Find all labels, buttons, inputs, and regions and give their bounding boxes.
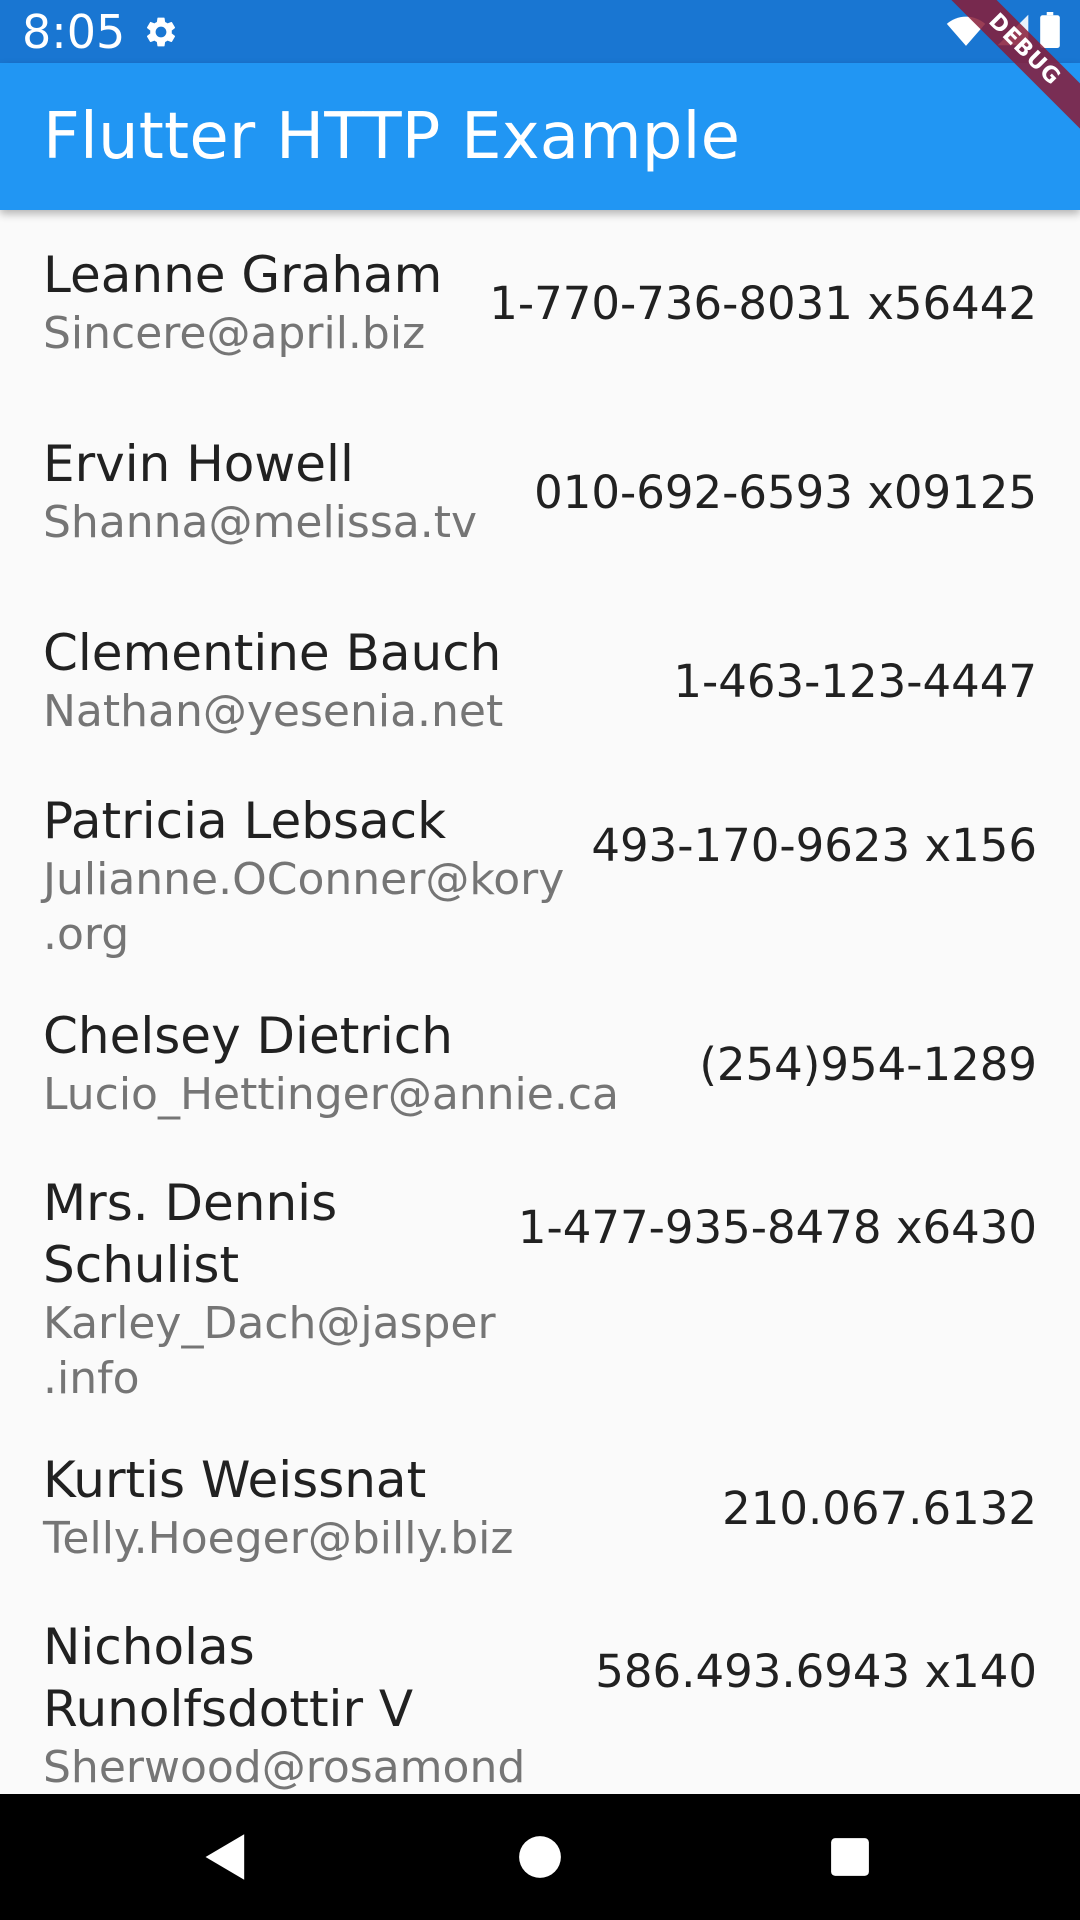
user-phone: 210.067.6132: [722, 1482, 1037, 1535]
user-email: Lucio_Hettinger@annie.ca: [43, 1069, 619, 1120]
gear-icon: [143, 14, 179, 50]
user-list[interactable]: Leanne Graham Sincere@april.biz 1-770-73…: [0, 210, 1080, 1794]
recents-icon[interactable]: [820, 1827, 880, 1887]
page-title: Flutter HTTP Example: [43, 100, 741, 174]
user-name: Mrs. Dennis: [43, 1174, 338, 1232]
list-item[interactable]: Nicholas Runolfsdottir V Sherwood@rosamo…: [0, 1616, 1080, 1794]
user-email-continued: .org: [43, 909, 130, 960]
user-name: Nicholas: [43, 1618, 255, 1676]
app-bar: Flutter HTTP Example: [0, 63, 1080, 210]
user-name-continued: Schulist: [43, 1236, 240, 1294]
list-item[interactable]: Ervin Howell Shanna@melissa.tv 010-692-6…: [0, 433, 1080, 583]
user-email: Sincere@april.biz: [43, 308, 426, 359]
user-phone: 1-770-736-8031 x56442: [489, 277, 1037, 330]
user-email: Sherwood@rosamond: [43, 1742, 526, 1793]
wifi-icon: [946, 13, 986, 51]
list-item[interactable]: Leanne Graham Sincere@april.biz 1-770-73…: [0, 244, 1080, 394]
user-email-continued: .info: [43, 1353, 140, 1404]
list-item[interactable]: Mrs. Dennis Schulist Karley_Dach@jasper …: [0, 1172, 1080, 1412]
user-email: Karley_Dach@jasper: [43, 1298, 496, 1349]
user-name: Patricia Lebsack: [43, 792, 447, 850]
user-phone: (254)954-1289: [699, 1038, 1037, 1091]
user-phone: 586.493.6943 x140: [595, 1645, 1037, 1698]
user-name: Kurtis Weissnat: [43, 1451, 427, 1509]
navigation-bar: [0, 1794, 1080, 1920]
user-name: Clementine Bauch: [43, 624, 502, 682]
app-screen: 8:05 Flutter HTTP Example DEBUG Leanne G…: [0, 0, 1080, 1920]
user-name-continued: Runolfsdottir V: [43, 1680, 414, 1738]
user-phone: 1-477-935-8478 x6430: [517, 1201, 1037, 1254]
user-name: Chelsey Dietrich: [43, 1007, 453, 1065]
user-phone: 493-170-9623 x156: [591, 819, 1037, 872]
user-email: Nathan@yesenia.net: [43, 686, 504, 737]
battery-icon: [1040, 12, 1060, 52]
status-icons: [946, 12, 1060, 52]
user-phone: 1-463-123-4447: [673, 655, 1037, 708]
signal-icon: [996, 13, 1030, 51]
status-time: 8:05: [22, 5, 126, 59]
user-phone: 010-692-6593 x09125: [534, 466, 1037, 519]
status-bar: 8:05: [0, 0, 1080, 63]
back-icon[interactable]: [196, 1827, 256, 1887]
user-email: Julianne.OConner@kory: [43, 854, 565, 905]
list-item[interactable]: Kurtis Weissnat Telly.Hoeger@billy.biz 2…: [0, 1449, 1080, 1599]
home-icon[interactable]: [510, 1827, 570, 1887]
user-email: Telly.Hoeger@billy.biz: [43, 1513, 514, 1564]
user-name: Ervin Howell: [43, 435, 354, 493]
list-item[interactable]: Clementine Bauch Nathan@yesenia.net 1-46…: [0, 622, 1080, 772]
user-name: Leanne Graham: [43, 246, 443, 304]
list-item[interactable]: Chelsey Dietrich Lucio_Hettinger@annie.c…: [0, 1005, 1080, 1155]
user-email: Shanna@melissa.tv: [43, 497, 477, 548]
list-item[interactable]: Patricia Lebsack Julianne.OConner@kory .…: [0, 790, 1080, 990]
